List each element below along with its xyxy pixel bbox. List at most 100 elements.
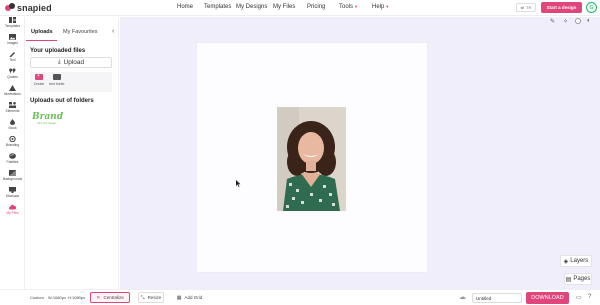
folder-item[interactable]: test folder (49, 74, 65, 86)
chevron-down-icon: ▼ (354, 4, 358, 9)
top-navigation: snapied Home Templates My Designs My Fil… (0, 0, 600, 16)
rail-item-images[interactable]: Images (0, 34, 25, 48)
width-value[interactable]: W:1080px (48, 295, 66, 300)
add-grid-label: Add Grid (184, 295, 203, 300)
folders-list: + Create test folder (30, 72, 112, 92)
rail-item-elements[interactable]: Elements (0, 102, 25, 116)
add-grid-button[interactable]: ▦ Add Grid (173, 292, 206, 303)
nav-help-label: Help (372, 4, 385, 10)
pages-button[interactable]: ▤ Pages (564, 273, 592, 285)
help-icon[interactable]: ? (588, 294, 591, 300)
brand-logo-main: Brand (32, 112, 64, 122)
rail-item-mockups[interactable]: Mockups (0, 187, 25, 201)
logo-text: snapied (17, 3, 52, 13)
download-button[interactable]: DOWNLOAD (526, 292, 569, 304)
pages-label: Pages (573, 276, 591, 282)
rail-item-label: Templates (4, 24, 21, 28)
rail-item-templates[interactable]: Templates (0, 17, 25, 31)
mockup-icon (9, 187, 16, 193)
rail-item-quotes[interactable]: Quotes (0, 68, 25, 82)
centralize-button[interactable]: ✕ Centralize (90, 292, 130, 303)
layers-button[interactable]: ◈ Layers (560, 255, 592, 267)
portrait-photo[interactable] (277, 107, 346, 211)
nav-tools-label: Tools (339, 4, 354, 10)
brand-logo-slogan: Add Your Slogan (37, 122, 57, 125)
design-title-input[interactable] (472, 293, 522, 303)
download-icon: ⤓ (57, 59, 61, 65)
layers-label: Layers (570, 258, 589, 264)
resize-icon: ⤡ (140, 294, 145, 301)
elements-icon (9, 102, 16, 108)
rail-item-label: Text (9, 58, 16, 62)
nav-templates[interactable]: Templates (204, 4, 231, 10)
size-preset-label[interactable]: Custom (30, 295, 44, 300)
magic-icon[interactable]: ✧ (563, 18, 568, 25)
rail-item-label: Palettes (6, 160, 19, 164)
rail-item-label: Mockups (5, 194, 20, 198)
cloud-icon (9, 204, 16, 210)
image-icon (9, 34, 16, 40)
keyboard-icon[interactable]: ▭ (576, 294, 582, 301)
chevron-down-icon: ▼ (385, 4, 390, 9)
nav-my-files[interactable]: My Files (273, 4, 295, 10)
canvas-workspace: ✎ ✧ ◐ ◈ Layers ▤ Pages (120, 17, 600, 289)
uploaded-brand-logo-thumbnail[interactable]: Brand Add Your Slogan (32, 113, 68, 129)
rail-item-label: Backgrounds (2, 177, 23, 181)
uploaded-files-heading: Your uploaded files (30, 48, 86, 54)
height-value[interactable]: H:1080px (68, 295, 85, 300)
nav-my-designs[interactable]: My Designs (236, 4, 267, 10)
quote-icon (9, 68, 16, 74)
rail-item-my-files[interactable]: My Files (0, 204, 25, 218)
pages-icon: ▤ (565, 276, 572, 283)
uploads-panel: Uploads My Favourites ‹ Your uploaded fi… (26, 17, 119, 305)
nav-help[interactable]: Help▼ (372, 4, 389, 10)
rail-item-stock[interactable]: Stock (0, 119, 25, 133)
uploads-out-of-folders-heading: Uploads out of folders (30, 98, 94, 104)
upload-button[interactable]: ⤓ Upload (30, 57, 112, 68)
folder-label: test folder (49, 82, 65, 86)
rail-item-label: Illustrations (4, 92, 21, 96)
folder-icon (53, 74, 61, 80)
tab-uploads[interactable]: Uploads (31, 29, 53, 35)
illustration-icon (9, 85, 16, 91)
folder-label: Create (33, 82, 45, 86)
palette-icon (9, 153, 16, 159)
rail-item-backgrounds[interactable]: Backgrounds (0, 170, 25, 184)
rail-item-palettes[interactable]: Palettes (0, 153, 25, 167)
branding-icon (9, 136, 16, 142)
shape-icon[interactable] (575, 18, 581, 24)
start-design-button[interactable]: Start a design (541, 2, 582, 13)
bottom-toolbar: Custom W:1080px H:1080px ✕ Centralize ⤡ … (0, 289, 600, 305)
nav-tools[interactable]: Tools▼ (339, 4, 358, 10)
nav-pricing[interactable]: Pricing (307, 4, 325, 10)
cloud-save-icon[interactable]: ☁ (459, 293, 466, 301)
centralize-label: Centralize (103, 295, 124, 300)
avatar[interactable]: G (586, 2, 597, 13)
background-icon (9, 170, 16, 176)
rail-item-text[interactable]: Text (0, 51, 25, 65)
rail-item-label: Elements (5, 109, 20, 113)
rail-item-illustrations[interactable]: Illustrations (0, 85, 25, 99)
folder-plus-icon: + (35, 73, 43, 80)
rail-item-label: Images (7, 41, 18, 45)
template-icon (9, 17, 16, 23)
nav-home[interactable]: Home (177, 4, 193, 10)
centralize-icon: ✕ (96, 294, 101, 301)
rail-item-label: Stock (8, 126, 17, 130)
upload-label: Upload (63, 59, 85, 66)
create-folder-button[interactable]: + Create (31, 73, 47, 86)
collapse-panel-icon[interactable]: ‹ (112, 28, 114, 35)
brush-icon[interactable]: ✎ (550, 18, 555, 25)
tab-my-favourites[interactable]: My Favourites (63, 29, 98, 35)
rail-item-label: Branding (5, 143, 20, 147)
snapied-logo[interactable]: snapied (5, 2, 52, 14)
avatar-initial: G (589, 4, 594, 11)
contrast-icon[interactable]: ◐ (587, 18, 591, 24)
resize-label: Resize (147, 295, 162, 300)
language-switch-button[interactable]: ⇄ TR (516, 3, 536, 12)
resize-button[interactable]: ⤡ Resize (138, 292, 164, 303)
layers-icon: ◈ (563, 258, 569, 265)
drop-icon (10, 119, 15, 125)
left-tool-rail: Templates Images Text Quotes Illustratio… (0, 17, 25, 305)
rail-item-branding[interactable]: Branding (0, 136, 25, 150)
